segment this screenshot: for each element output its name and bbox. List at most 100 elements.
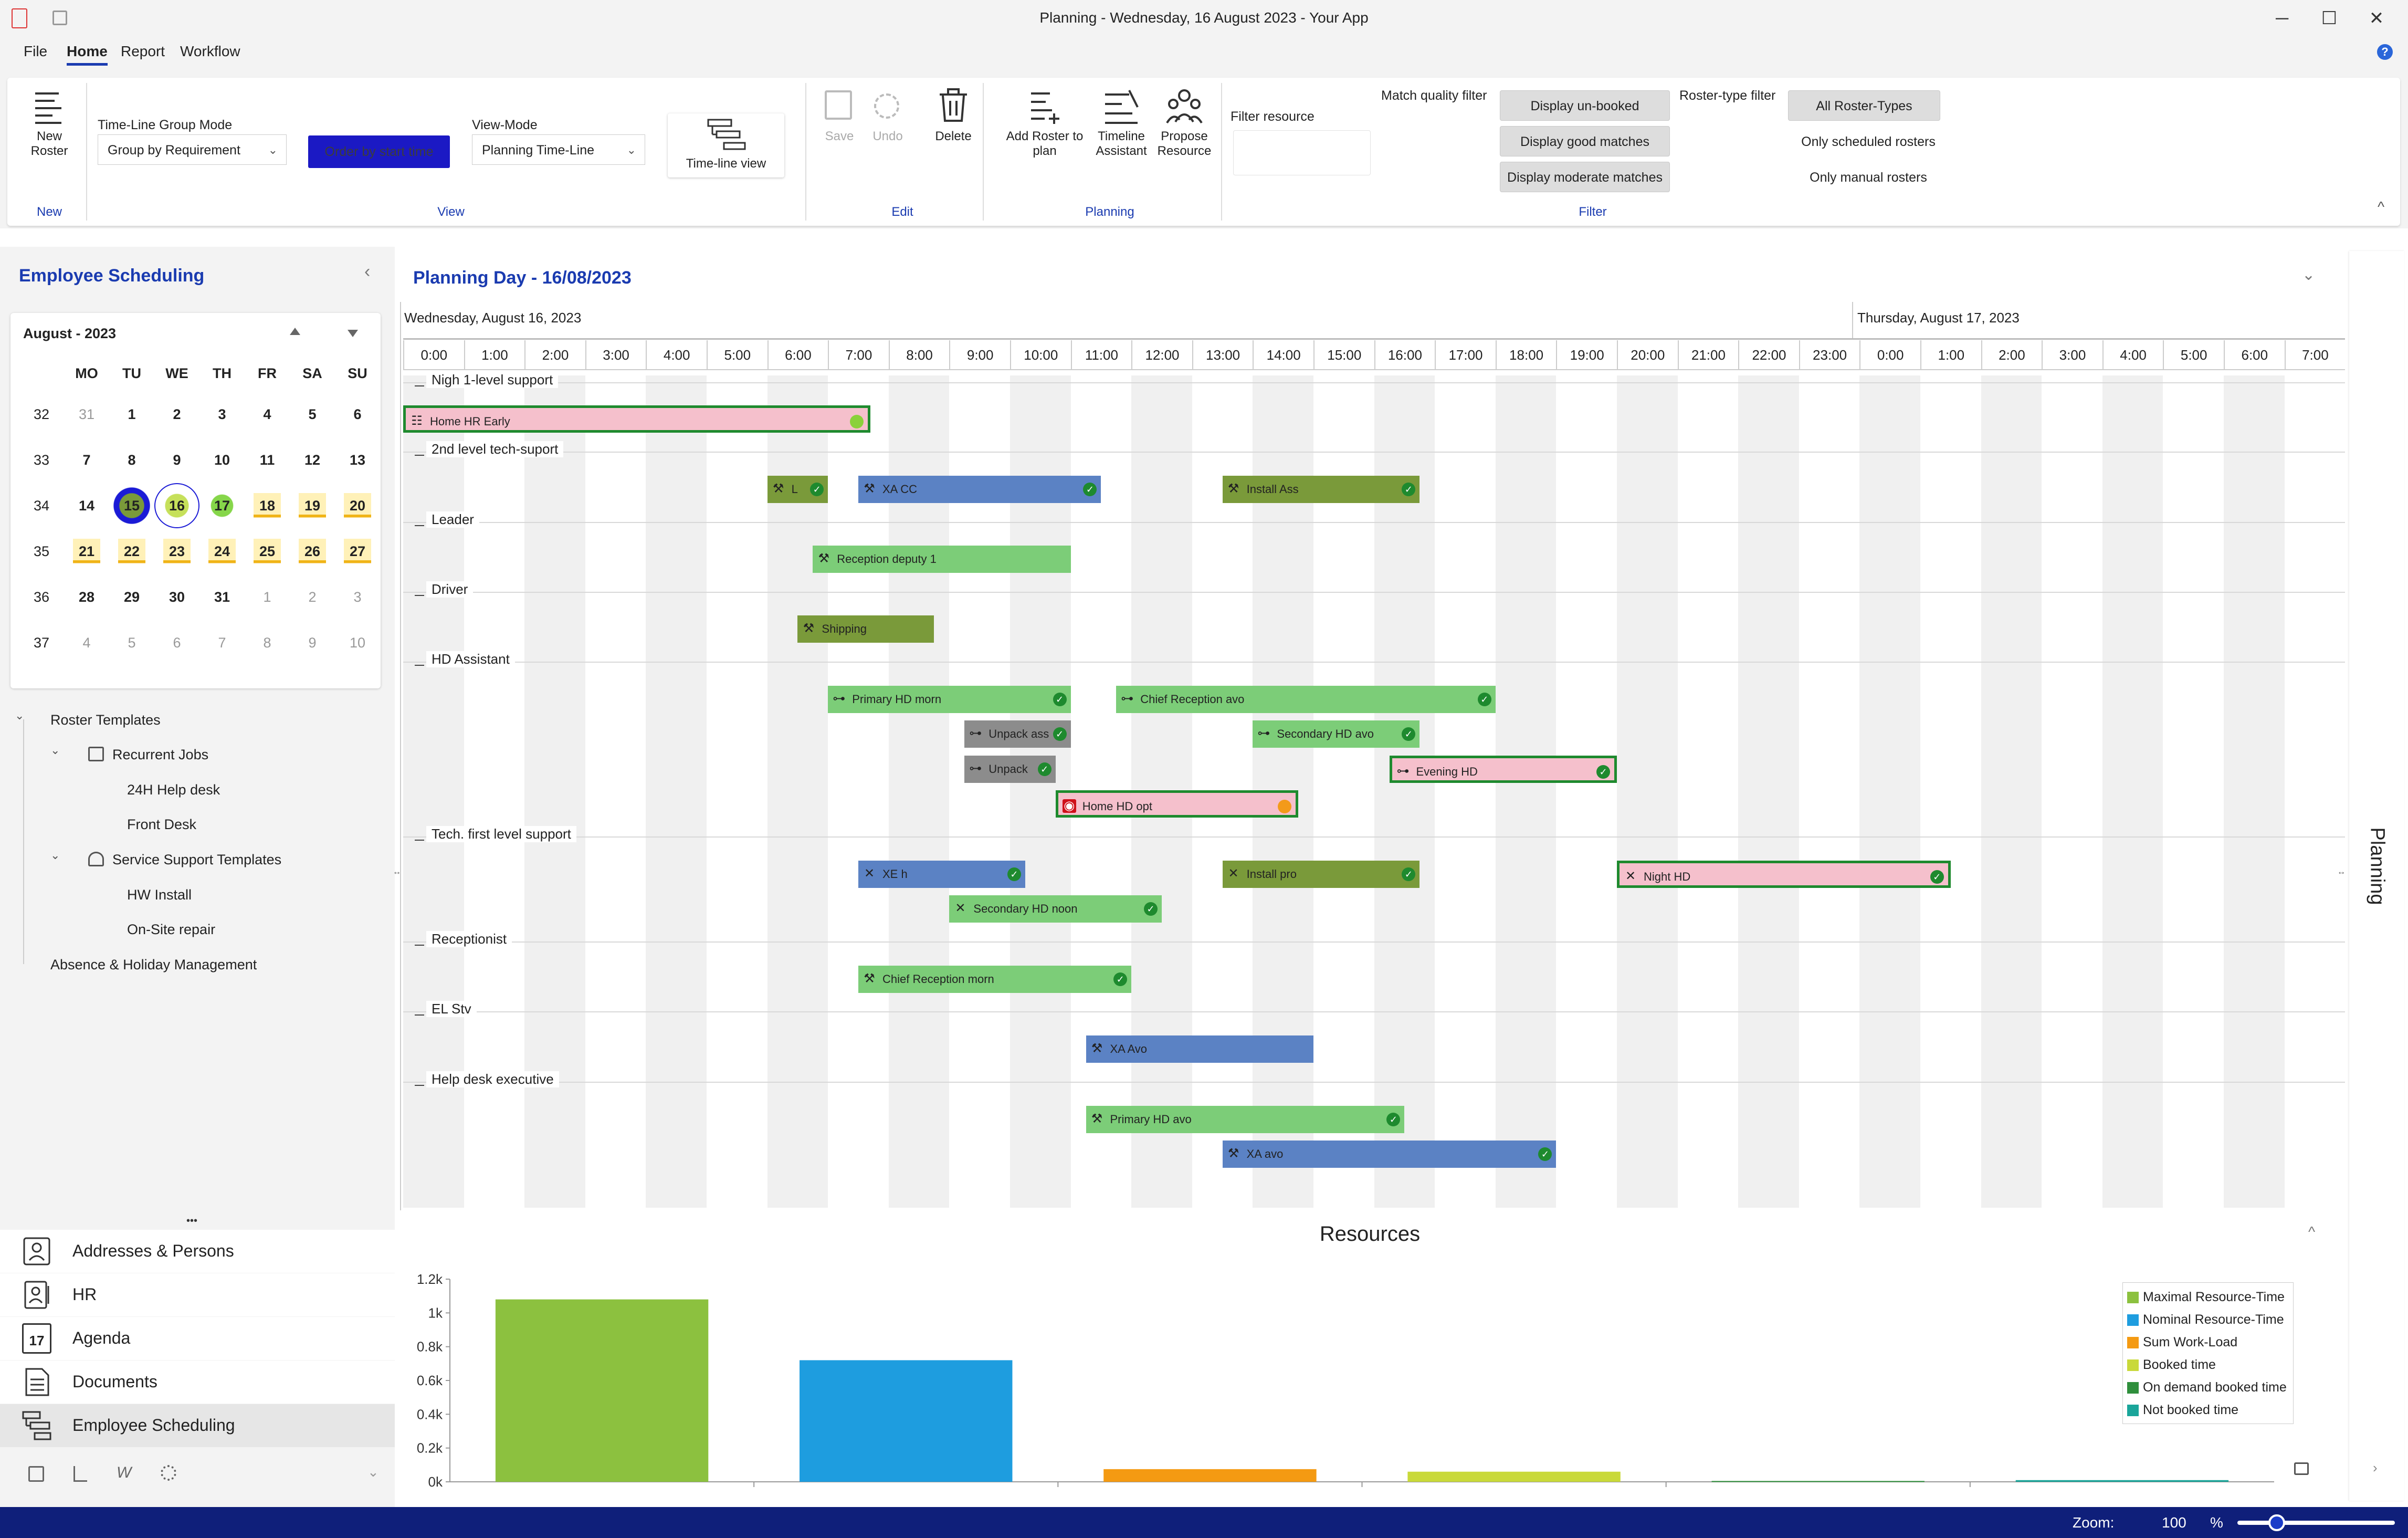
planning-side-tab[interactable]: Planning (2349, 251, 2404, 1501)
display-moderate-button[interactable]: Display moderate matches (1500, 162, 1670, 192)
calendar-day[interactable]: 2 (290, 574, 335, 620)
calendar-day[interactable]: 27 (335, 529, 380, 574)
chevron-right-icon[interactable]: › (2373, 1460, 2378, 1476)
display-good-button[interactable]: Display good matches (1500, 126, 1670, 156)
tree-expand-icon[interactable]: ⌄ (50, 849, 60, 862)
only-manual-option[interactable]: Only manual rosters (1782, 170, 1955, 185)
save-button[interactable]: Save (818, 88, 860, 151)
calendar-day[interactable]: 26 (290, 529, 335, 574)
tree-onsite-repair[interactable]: On-Site repair (127, 922, 215, 938)
calendar-day[interactable]: 6 (154, 620, 199, 665)
settings-gear-icon[interactable] (161, 1465, 176, 1481)
help-icon[interactable]: ? (2377, 44, 2393, 60)
calendar-day[interactable]: 18 (245, 483, 290, 528)
nav-employee-scheduling[interactable]: Employee Scheduling (0, 1404, 395, 1447)
calendar-day[interactable]: 22 (109, 529, 154, 574)
calendar-day[interactable]: 4 (64, 620, 109, 665)
next-month-icon[interactable] (348, 330, 358, 337)
menu-file[interactable]: File (24, 43, 47, 60)
nav-documents[interactable]: Documents (0, 1361, 395, 1404)
calendar-day[interactable]: 12 (290, 437, 335, 483)
calendar-day[interactable]: 10 (199, 437, 245, 483)
minimize-button[interactable]: ─ (2264, 5, 2300, 32)
resources-collapse-icon[interactable]: ^ (2308, 1223, 2315, 1240)
tree-front-desk[interactable]: Front Desk (127, 817, 196, 833)
tree-expand-icon[interactable]: ⌄ (50, 744, 60, 757)
calendar-day[interactable]: 25 (245, 529, 290, 574)
calendar-day[interactable]: 14 (64, 483, 109, 528)
splitter-handle[interactable]: ↔ (393, 867, 401, 877)
new-roster-button[interactable]: New Roster (23, 88, 76, 162)
calendar-day[interactable]: 16 (154, 483, 199, 528)
nav-hr[interactable]: HR (0, 1273, 395, 1316)
chevron-down-icon[interactable]: ⌄ (367, 1464, 379, 1480)
undo-button[interactable]: Undo (867, 88, 909, 151)
splitter-handle[interactable]: ↔ (2337, 867, 2346, 877)
tree-recurrent-jobs[interactable]: Recurrent Jobs (112, 747, 208, 763)
display-unbooked-button[interactable]: Display un-booked (1500, 90, 1670, 121)
calendar-day[interactable]: 5 (109, 620, 154, 665)
calendar-day[interactable]: 13 (335, 437, 380, 483)
calendar-day[interactable]: 23 (154, 529, 199, 574)
nav-agenda[interactable]: 17 Agenda (0, 1317, 395, 1360)
calendar-day[interactable]: 17 (199, 483, 245, 528)
planner-collapse-icon[interactable]: ⌄ (2302, 266, 2315, 284)
nav-addresses[interactable]: Addresses & Persons (0, 1230, 395, 1273)
calendar-day[interactable]: 24 (199, 529, 245, 574)
calendar-day[interactable]: 7 (199, 620, 245, 665)
calendar-day[interactable]: 10 (335, 620, 380, 665)
tree-absence[interactable]: Absence & Holiday Management (50, 957, 257, 973)
collapse-left-icon[interactable]: ‹ (364, 261, 370, 282)
calendar-day[interactable]: 5 (290, 392, 335, 437)
delete-button[interactable]: Delete (930, 88, 977, 151)
chart-options-icon[interactable] (2294, 1462, 2309, 1475)
calendar-day[interactable]: 8 (245, 620, 290, 665)
maximize-button[interactable]: ☐ (2311, 5, 2348, 32)
calendar-day[interactable]: 1 (245, 574, 290, 620)
tree-view-icon[interactable] (73, 1466, 87, 1482)
menu-report[interactable]: Report (121, 43, 165, 60)
view-mode-select[interactable]: Planning Time-Line ⌄ (472, 134, 645, 165)
timeline-assistant-button[interactable]: Timeline Assistant (1090, 88, 1153, 162)
ribbon-collapse-icon[interactable]: ^ (2378, 198, 2384, 215)
calendar-day[interactable]: 28 (64, 574, 109, 620)
timeline-group-mode-select[interactable]: Group by Requirement ⌄ (98, 134, 287, 165)
tree-roster-templates[interactable]: Roster Templates (50, 712, 161, 728)
menu-workflow[interactable]: Workflow (180, 43, 240, 60)
list-view-icon[interactable] (28, 1466, 44, 1482)
calendar-day[interactable]: 31 (199, 574, 245, 620)
calendar-day[interactable]: 19 (290, 483, 335, 528)
zoom-slider[interactable] (2237, 1514, 2395, 1531)
calendar-day[interactable]: 2 (154, 392, 199, 437)
order-by-start-button[interactable]: Order by start time (308, 135, 450, 168)
calendar-day[interactable]: 29 (109, 574, 154, 620)
calendar-day[interactable]: 3 (199, 392, 245, 437)
calendar-day[interactable]: 9 (154, 437, 199, 483)
filter-resource-input[interactable] (1233, 130, 1371, 175)
tree-24h-help-desk[interactable]: 24H Help desk (127, 782, 220, 798)
tree-service-support[interactable]: Service Support Templates (112, 852, 281, 868)
calendar-day[interactable]: 6 (335, 392, 380, 437)
calendar-day[interactable]: 8 (109, 437, 154, 483)
zoom-slider-thumb[interactable] (2268, 1514, 2285, 1531)
calendar-day[interactable]: 11 (245, 437, 290, 483)
calendar-day[interactable]: 9 (290, 620, 335, 665)
only-scheduled-option[interactable]: Only scheduled rosters (1782, 134, 1955, 150)
prev-month-icon[interactable] (290, 328, 300, 335)
calendar-day[interactable]: 15 (109, 483, 154, 528)
nav-more-icon[interactable]: ••• (186, 1215, 197, 1227)
close-button[interactable]: ✕ (2358, 5, 2395, 32)
calendar-day[interactable]: 1 (109, 392, 154, 437)
calendar-day[interactable]: 20 (335, 483, 380, 528)
calendar-day[interactable]: 31 (64, 392, 109, 437)
calendar-day[interactable]: 30 (154, 574, 199, 620)
tree-hw-install[interactable]: HW Install (127, 887, 192, 903)
timeline-view-button[interactable]: Time-line view (668, 113, 784, 177)
calendar-day[interactable]: 3 (335, 574, 380, 620)
propose-resource-button[interactable]: Propose Resource (1153, 88, 1216, 162)
calendar-day[interactable]: 21 (64, 529, 109, 574)
tree-expand-icon[interactable]: ⌄ (15, 709, 24, 723)
all-roster-types-button[interactable]: All Roster-Types (1788, 90, 1940, 121)
wiki-icon[interactable]: W (117, 1464, 131, 1482)
calendar-day[interactable]: 7 (64, 437, 109, 483)
